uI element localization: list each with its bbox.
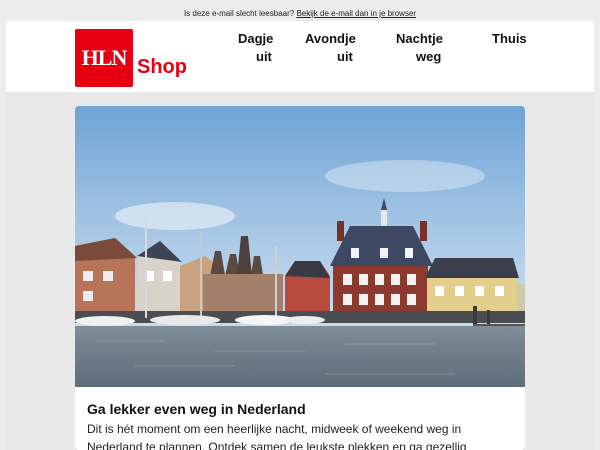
- preheader: Is deze e-mail slecht leesbaar? Bekijk d…: [6, 6, 594, 21]
- nav-avondje-uit[interactable]: Avondje uit: [305, 30, 356, 66]
- nav-label-line1: Dagje: [238, 31, 274, 46]
- nav-label-line1: Nachtje: [396, 31, 443, 46]
- harbor-hero-image[interactable]: [75, 106, 525, 387]
- hln-logo[interactable]: HLN: [75, 29, 133, 87]
- nav-label-line2: weg: [416, 49, 442, 64]
- article-card[interactable]: Ga lekker even weg in Nederland Dit is h…: [75, 106, 525, 450]
- nav-label-line2: uit: [256, 49, 272, 64]
- preheader-text: Is deze e-mail slecht leesbaar?: [183, 9, 295, 18]
- nav-label-line2: uit: [337, 49, 353, 64]
- article-title[interactable]: Ga lekker even weg in Nederland: [87, 401, 306, 417]
- nav-label-line1: Thuis: [492, 31, 527, 46]
- nav-label-line1: Avondje: [305, 31, 356, 46]
- header: HLN Shop Dagje uit Avondje uit Nachtje w…: [6, 21, 594, 92]
- nav-nachtje-weg[interactable]: Nachtje weg: [396, 30, 443, 66]
- logo-shop-text[interactable]: Shop: [137, 56, 187, 79]
- nav-thuis[interactable]: Thuis: [492, 30, 527, 48]
- view-in-browser-link[interactable]: Bekijk de e-mail dan in je browser: [296, 9, 416, 18]
- logo-mark: HLN: [81, 45, 128, 70]
- nav-dagje-uit[interactable]: Dagje uit: [238, 30, 273, 66]
- article-body: Dit is hét moment om een heerlijke nacht…: [87, 422, 467, 450]
